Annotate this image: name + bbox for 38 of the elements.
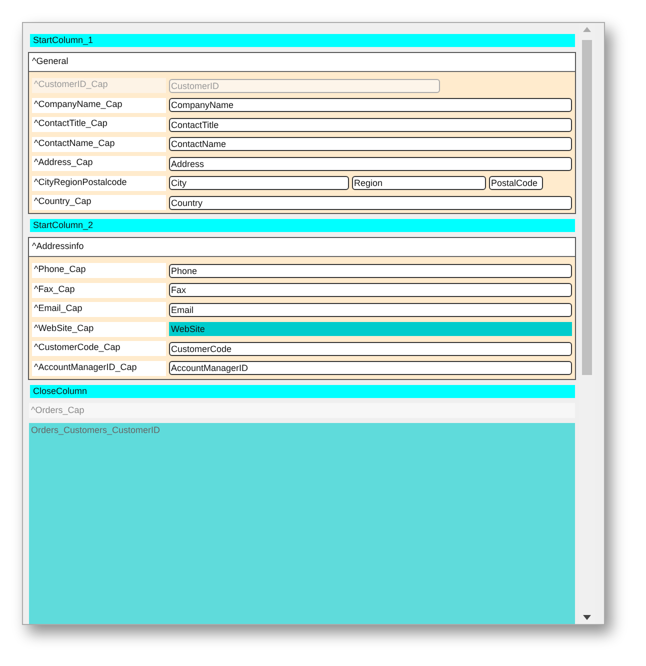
scroll-down-icon[interactable] [583,615,591,620]
grid-title: Orders_Customers_CustomerID [31,424,160,434]
field-label: ^Fax_Cap [32,282,166,298]
field-label: ^Phone_Cap [32,263,166,278]
input-field[interactable]: Phone [169,264,572,278]
field-label: ^CompanyName_Cap [32,98,166,112]
input-field[interactable]: Address [169,156,572,170]
column-header: StartColumn_2 [30,219,575,232]
group-title: ^Addressinfo [29,238,575,257]
field-label: ^Country_Cap [32,195,166,210]
column-header: StartColumn_1 [30,34,575,47]
input-field[interactable]: AccountManagerID [169,361,572,375]
field-label: ^CityRegionPostalcode [32,176,166,190]
input-field[interactable]: CustomerCode [169,342,572,356]
input-field[interactable]: Email [169,302,572,316]
input-field[interactable]: ContactTitle [169,118,572,132]
input-field[interactable]: Region [352,176,486,190]
orders-caption: ^Orders_Cap [29,402,575,418]
input-field[interactable]: WebSite [169,322,572,336]
field-label: ^Address_Cap [32,156,166,171]
field-label: ^ContactTitle_Cap [32,117,166,132]
input-field[interactable]: PostalCode [489,176,543,190]
input-field[interactable]: City [169,176,349,190]
column-header: CloseColumn [30,384,575,398]
input-field[interactable]: Fax [169,283,572,297]
scrollbar[interactable] [579,23,595,624]
scroll-thumb[interactable] [582,40,592,375]
field-label: ^ContactName_Cap [32,136,166,152]
scroll-up-icon[interactable] [583,27,591,32]
input-field[interactable]: ContactName [169,137,572,151]
input-field[interactable]: CompanyName [169,98,572,112]
field-label: ^WebSite_Cap [32,322,166,336]
field-label: ^Email_Cap [32,302,166,317]
group-title: ^General [29,53,575,72]
field-label: ^CustomerCode_Cap [32,341,166,356]
field-label: ^CustomerID_Cap [32,78,166,93]
input-field[interactable]: Country [169,196,572,210]
field-label: ^AccountManagerID_Cap [32,360,166,376]
